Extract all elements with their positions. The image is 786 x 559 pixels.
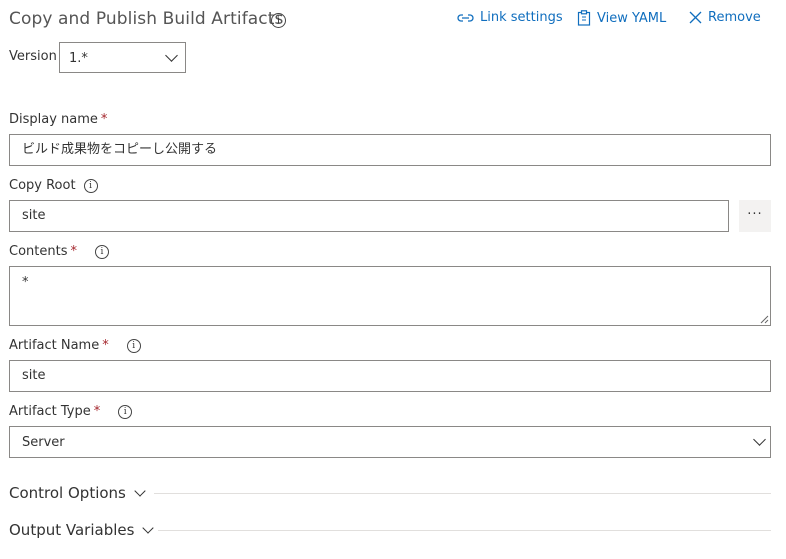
chevron-down-icon <box>165 49 178 62</box>
resize-handle-icon[interactable] <box>760 315 769 324</box>
artifact-name-input[interactable]: site <box>9 360 771 392</box>
browse-button[interactable]: ··· <box>739 200 771 232</box>
required-marker: * <box>100 112 108 127</box>
required-marker: * <box>70 244 77 259</box>
chevron-down-icon <box>134 484 146 497</box>
artifact-type-select[interactable]: Server <box>9 426 771 458</box>
chevron-down-icon <box>142 521 155 534</box>
contents-textarea[interactable]: * <box>9 266 771 326</box>
close-icon <box>689 11 702 24</box>
required-marker: * <box>93 404 101 419</box>
copy-root-input[interactable]: site <box>9 200 729 232</box>
chevron-down-icon <box>753 433 766 446</box>
remove-label: Remove <box>708 10 761 25</box>
view-yaml-label: View YAML <box>597 10 667 26</box>
link-settings-label: Link settings <box>480 10 563 25</box>
display-name-input[interactable]: ビルド成果物をコピーし公開する <box>9 134 771 166</box>
display-name-label: Display name * <box>9 112 108 127</box>
info-icon[interactable]: i <box>94 244 109 259</box>
version-value: 1.* <box>69 51 88 66</box>
divider <box>158 530 771 531</box>
link-icon <box>457 13 474 22</box>
link-settings-button[interactable]: Link settings <box>457 10 563 25</box>
artifact-type-value: Server <box>22 435 65 450</box>
output-variables-section[interactable]: Output Variables <box>9 521 155 539</box>
artifact-type-label: Artifact Type * i <box>9 404 133 419</box>
info-icon[interactable]: i <box>83 178 98 193</box>
contents-label: Contents * i <box>9 244 109 259</box>
info-icon[interactable]: i <box>118 404 133 419</box>
task-title: Copy and Publish Build Artifacts <box>9 9 284 29</box>
remove-button[interactable]: Remove <box>689 10 761 25</box>
divider <box>154 493 771 494</box>
version-label: Version <box>9 49 57 64</box>
control-options-section[interactable]: Control Options <box>9 484 146 502</box>
view-yaml-button[interactable]: View YAML <box>577 10 666 26</box>
copy-root-label: Copy Root i <box>9 178 98 193</box>
required-marker: * <box>102 338 109 353</box>
artifact-name-label: Artifact Name * i <box>9 338 141 353</box>
info-icon[interactable]: i <box>271 13 286 28</box>
info-icon[interactable]: i <box>126 338 141 353</box>
contents-value: * <box>22 275 29 290</box>
version-select[interactable]: 1.* <box>59 42 186 73</box>
clipboard-icon <box>577 10 591 26</box>
